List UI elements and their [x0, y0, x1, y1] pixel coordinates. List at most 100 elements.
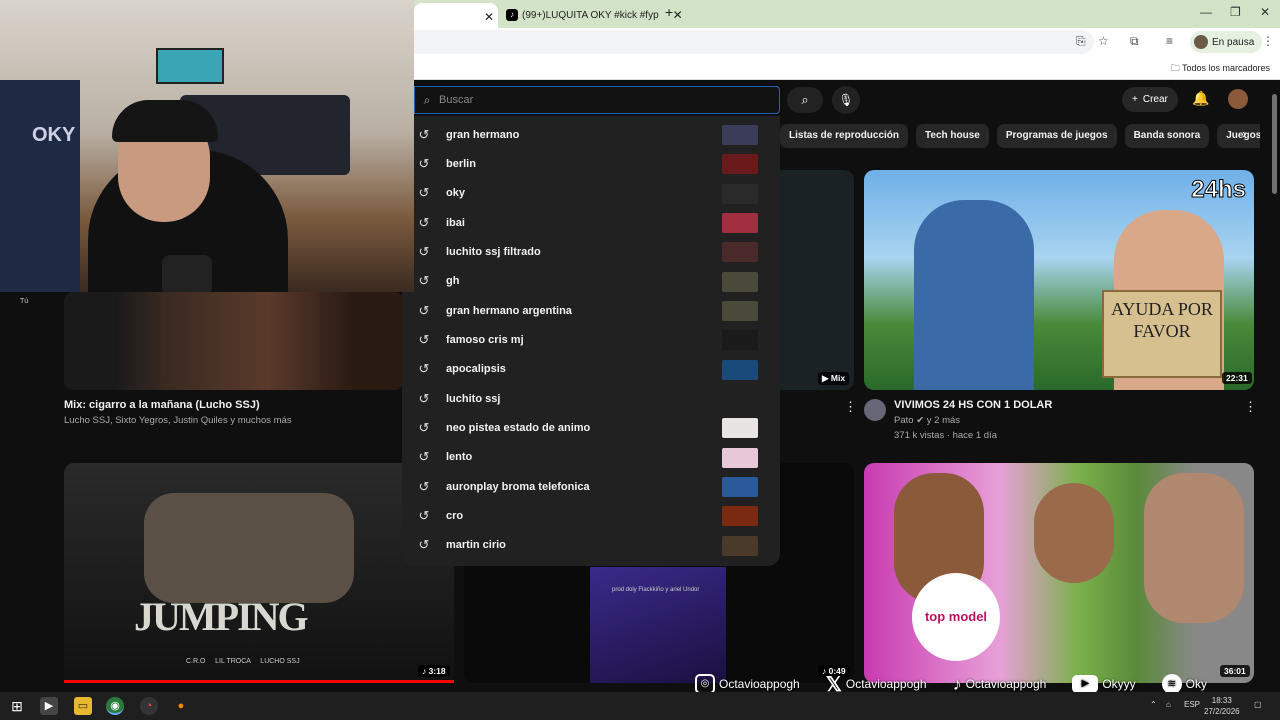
search-suggestion-item[interactable]: ↺ cro	[402, 501, 780, 530]
search-icon: ⌕	[423, 92, 431, 107]
video-thumbnail[interactable]: JUMPING C.R.O LIL TROCA LUCHO SSJ	[64, 463, 454, 683]
address-bar[interactable]	[414, 30, 1094, 54]
create-label: Crear	[1142, 94, 1168, 105]
suggestion-thumbnail[interactable]	[722, 359, 758, 380]
suggestion-thumbnail[interactable]	[722, 330, 758, 351]
video-more-icon[interactable]: ⋮	[1244, 399, 1257, 415]
search-suggestion-item[interactable]: ↺ luchito ssj filtrado	[402, 237, 780, 266]
language-indicator[interactable]: ESP	[1184, 700, 1200, 709]
search-suggestion-item[interactable]: ↺ berlin	[402, 149, 780, 178]
user-avatar[interactable]	[1228, 89, 1248, 109]
reading-list-icon[interactable]: ≡	[1166, 34, 1173, 48]
suggestion-thumbnail[interactable]	[722, 535, 758, 556]
search-suggestion-item[interactable]: ↺ gh	[402, 267, 780, 296]
suggestion-thumbnail[interactable]	[722, 183, 758, 204]
search-suggestion-item[interactable]: ↺ ibai	[402, 208, 780, 237]
suggestion-text: lento	[446, 451, 473, 464]
obs-icon[interactable]: ◔	[140, 697, 158, 715]
video-meta[interactable]: Lucho SSJ, Sixto Yegros, Justin Quiles y…	[64, 415, 292, 426]
suggestion-thumbnail[interactable]	[722, 418, 758, 439]
network-icon[interactable]: ⌂	[1166, 700, 1171, 709]
search-suggestion-item[interactable]: ↺ gran hermano	[402, 120, 780, 149]
video-thumbnail[interactable]: top model	[864, 463, 1254, 683]
suggestion-text: auronplay broma telefonica	[446, 480, 590, 493]
notifications-bell-icon[interactable]: 🔔	[1192, 90, 1209, 107]
channel-avatar[interactable]	[864, 399, 886, 421]
history-icon: ↺	[418, 478, 430, 494]
mix-badge: ▶ Mix	[818, 372, 850, 385]
search-suggestions-dropdown: ↺ gran hermano ↺ berlin ↺ oky ↺ ibai ↺ luchito ss…	[402, 116, 780, 566]
all-bookmarks-link[interactable]: 🗀 Todos los marcadores	[1171, 61, 1270, 77]
browser-tab-strip: ✕ ♪ (99+)LUQUITA OKY #kick #fyp ✕ + — ❐ …	[414, 0, 1280, 28]
suggestion-text: neo pistea estado de animo	[446, 421, 591, 434]
video-thumbnail[interactable]: 24hs AYUDA POR FAVOR	[864, 170, 1254, 390]
suggestion-thumbnail[interactable]	[722, 125, 758, 145]
page-scrollbar[interactable]	[1270, 88, 1278, 688]
search-suggestion-item[interactable]: ↺ lento	[402, 443, 780, 472]
video-thumbnail[interactable]	[64, 292, 404, 390]
chrome-menu-icon[interactable]: ⋮	[1262, 34, 1274, 48]
video-title[interactable]: Mix: cigarro a la mañana (Lucho SSJ)	[64, 399, 260, 411]
chip-soundtrack[interactable]: Banda sonora	[1124, 124, 1210, 148]
search-suggestion-item[interactable]: ↺ oky	[402, 179, 780, 208]
system-clock[interactable]: 18:33 27/2/2026	[1204, 695, 1240, 717]
suggestion-thumbnail[interactable]	[722, 300, 758, 321]
media-player-icon[interactable]: ▶	[40, 697, 58, 715]
search-suggestion-item[interactable]: ↺ luchito ssj	[402, 384, 780, 413]
video-more-icon[interactable]: ⋮	[844, 399, 857, 415]
social-handle: ◎ Octavioappogh	[695, 674, 800, 694]
suggestion-thumbnail[interactable]	[722, 506, 758, 527]
suggestion-thumbnail[interactable]	[722, 154, 758, 175]
suggestion-thumbnail[interactable]	[722, 447, 758, 468]
firefox-icon[interactable]: ●	[172, 697, 190, 715]
suggestion-thumbnail[interactable]	[722, 242, 758, 263]
tray-chevron-icon[interactable]: ⌃	[1150, 700, 1157, 709]
bookmark-star-icon[interactable]: ☆	[1098, 34, 1109, 48]
browser-tab-tiktok[interactable]: ♪ (99+)LUQUITA OKY #kick #fyp ✕	[506, 6, 683, 24]
close-window-icon[interactable]: ✕	[1260, 5, 1270, 19]
suggestion-thumbnail[interactable]	[722, 476, 758, 497]
install-app-icon[interactable]: ⎘	[1076, 34, 1086, 49]
file-explorer-icon[interactable]: ▭	[74, 697, 92, 715]
chip-tech-house[interactable]: Tech house	[916, 124, 989, 148]
chevron-right-icon[interactable]: ›	[1242, 126, 1246, 141]
channel-name[interactable]: Pato ✔ y 2 más	[894, 415, 960, 426]
restore-icon[interactable]: ❐	[1230, 5, 1241, 19]
search-suggestion-item[interactable]: ↺ famoso cris mj	[402, 325, 780, 354]
suggestion-thumbnail[interactable]	[722, 388, 758, 409]
search-input[interactable]	[439, 94, 739, 106]
search-suggestion-item[interactable]: ↺ apocalipsis	[402, 355, 780, 384]
chrome-icon[interactable]: ◉	[106, 697, 124, 715]
scrollbar-thumb[interactable]	[1272, 94, 1277, 194]
history-icon: ↺	[418, 537, 430, 553]
suggestion-thumbnail[interactable]	[722, 271, 758, 292]
minimize-icon[interactable]: —	[1200, 5, 1212, 19]
sidebar-you-label[interactable]: Tú	[20, 298, 28, 305]
extensions-icon[interactable]: ⧉	[1130, 34, 1139, 49]
social-handle: ▶ Okyyy	[1072, 675, 1136, 693]
browser-toolbar: ⎘ ☆ ⧉ ≡ En pausa ⋮	[414, 28, 1280, 56]
video-title[interactable]: VIVIMOS 24 HS CON 1 DOLAR	[894, 399, 1052, 411]
profile-status-button[interactable]: En pausa	[1190, 31, 1263, 53]
voice-search-icon[interactable]: 🎙	[832, 86, 860, 114]
chip-playlists[interactable]: Listas de reproducción	[780, 124, 909, 148]
notification-center-icon[interactable]: ▢	[1254, 700, 1262, 709]
close-tab-icon[interactable]: ✕	[673, 8, 683, 22]
browser-tab-active[interactable]: ✕	[414, 3, 498, 28]
profile-status-label: En pausa	[1212, 36, 1255, 48]
person-left	[914, 200, 1034, 390]
search-suggestion-item[interactable]: ↺ neo pistea estado de animo	[402, 413, 780, 442]
search-suggestion-item[interactable]: ↺ gran hermano argentina	[402, 296, 780, 325]
chip-game-shows[interactable]: Programas de juegos	[996, 124, 1117, 148]
chip-adventure-games[interactable]: Juegos de ave	[1217, 124, 1260, 148]
suggestion-thumbnail[interactable]	[722, 212, 758, 233]
windows-start-icon[interactable]: ⊞	[8, 697, 26, 715]
search-suggestion-item[interactable]: ↺ auronplay broma telefonica	[402, 472, 780, 501]
search-suggestion-item[interactable]: ↺ martin cirio	[402, 531, 780, 560]
create-button[interactable]: + Crear	[1122, 87, 1178, 112]
microphone	[162, 255, 212, 292]
close-tab-icon[interactable]: ✕	[484, 10, 494, 24]
search-box[interactable]: ⌕	[414, 86, 780, 114]
search-button[interactable]: ⌕	[787, 87, 823, 113]
new-tab-icon[interactable]: +	[665, 4, 673, 20]
